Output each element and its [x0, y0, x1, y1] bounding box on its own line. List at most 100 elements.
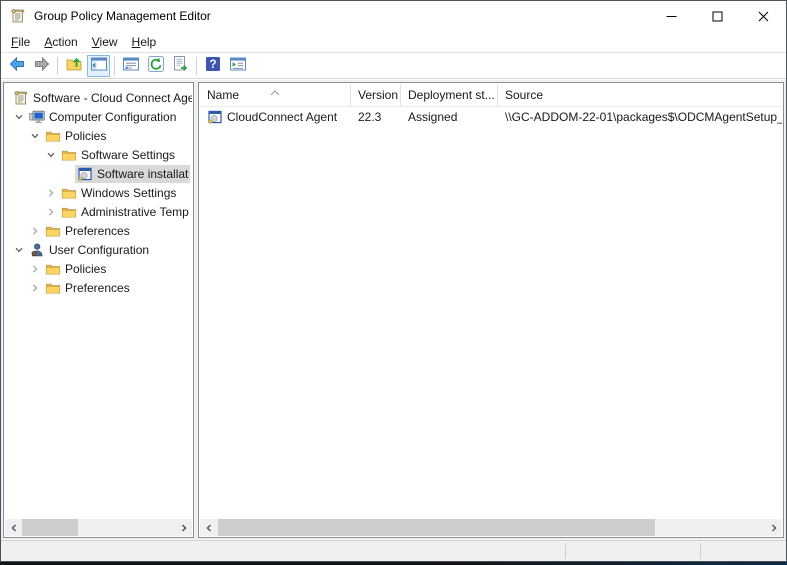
- sort-ascending-icon: [269, 85, 281, 99]
- show-console-tree-icon: [90, 55, 108, 76]
- menu-bar: File Action View Help: [1, 31, 786, 53]
- tree-item-label: Computer Configuration: [49, 109, 177, 124]
- tree-item-content[interactable]: Preferences: [43, 279, 132, 297]
- chevron-collapsed-icon[interactable]: [27, 264, 43, 274]
- tree-item-label: Preferences: [65, 223, 130, 238]
- chevron-expanded-icon[interactable]: [27, 131, 43, 141]
- export-list-button[interactable]: [169, 55, 192, 77]
- folder-icon: [61, 185, 77, 201]
- chevron-expanded-icon[interactable]: [11, 245, 27, 255]
- cell-version: 22.3: [351, 107, 401, 127]
- tree-item-computer-configuration[interactable]: Computer Configuration: [5, 107, 192, 126]
- column-header-name[interactable]: Name: [200, 84, 351, 106]
- tree-item-content[interactable]: Windows Settings: [59, 184, 178, 202]
- maximize-button[interactable]: [694, 1, 740, 31]
- tree-item-user-configuration[interactable]: User Configuration: [5, 240, 192, 259]
- tree-item-software-cloud-connect-ager[interactable]: Software - Cloud Connect Ager: [5, 88, 192, 107]
- chevron-collapsed-icon[interactable]: [43, 207, 59, 217]
- scroll-right-icon[interactable]: [175, 519, 192, 536]
- title-bar[interactable]: Group Policy Management Editor: [1, 1, 786, 31]
- toolbar-separator: [57, 56, 58, 75]
- tree-item-content[interactable]: Administrative Temp: [59, 203, 191, 221]
- help-icon: ?: [204, 55, 222, 76]
- show-console-tree-button[interactable]: [87, 54, 110, 77]
- toolbar-separator: [114, 56, 115, 75]
- menu-help[interactable]: Help: [132, 35, 157, 49]
- column-header-label: Source: [505, 88, 544, 102]
- tree-item-label: User Configuration: [49, 242, 150, 257]
- chevron-collapsed-icon[interactable]: [27, 226, 43, 236]
- column-header-label: Version: [358, 88, 399, 102]
- tree-item-label: Software Settings: [81, 147, 176, 162]
- tree-item-administrative-temp[interactable]: Administrative Temp: [5, 202, 192, 221]
- help-button[interactable]: ?: [201, 55, 224, 77]
- refresh-button[interactable]: [144, 55, 167, 77]
- tree-item-label: Windows Settings: [81, 185, 177, 200]
- status-separator: [700, 543, 701, 559]
- column-header-source[interactable]: Source: [498, 84, 782, 106]
- chevron-expanded-icon[interactable]: [43, 150, 59, 160]
- list-header: Name Version Deployment st... Source: [200, 84, 782, 107]
- tree-item-software-installat[interactable]: Software installat: [5, 164, 192, 183]
- tree-item-preferences[interactable]: Preferences: [5, 278, 192, 297]
- results-panel: Name Version Deployment st... Source CloudC…: [198, 82, 784, 538]
- column-header-deployment-st[interactable]: Deployment st...: [401, 84, 498, 106]
- cell-name: CloudConnect Agent: [200, 107, 351, 127]
- console-tree: Software - Cloud Connect Ager Computer Co…: [5, 84, 192, 519]
- tree-item-content[interactable]: Policies: [43, 260, 108, 278]
- column-header-label: Name: [207, 88, 240, 102]
- cell-source: \\GC-ADDOM-22-01\packages$\ODCMAgentSetu…: [498, 107, 782, 127]
- list-body: CloudConnect Agent 22.3 Assigned \\GC-ADDOM…: [200, 107, 782, 519]
- scrollbar-thumb[interactable]: [218, 519, 655, 536]
- folder-icon: [45, 128, 61, 144]
- chevron-expanded-icon[interactable]: [11, 112, 27, 122]
- main-area: Software - Cloud Connect Ager Computer Co…: [1, 80, 786, 540]
- tree-item-content[interactable]: Software - Cloud Connect Ager: [11, 89, 192, 107]
- tree-item-content[interactable]: Software installat: [75, 164, 191, 183]
- chevron-collapsed-icon[interactable]: [43, 188, 59, 198]
- folder-icon: [45, 223, 61, 239]
- tree-item-software-settings[interactable]: Software Settings: [5, 145, 192, 164]
- forward-icon: [33, 55, 51, 76]
- tree-item-content[interactable]: Computer Configuration: [27, 108, 178, 126]
- tree-item-content[interactable]: User Configuration: [27, 241, 151, 259]
- cell-deployment-st: Assigned: [401, 107, 498, 127]
- folder-icon: [61, 204, 77, 220]
- svg-text:?: ?: [209, 59, 216, 71]
- properties-button[interactable]: [119, 55, 142, 77]
- close-button[interactable]: [740, 1, 786, 31]
- list-horizontal-scrollbar[interactable]: [200, 519, 782, 536]
- list-row[interactable]: CloudConnect Agent 22.3 Assigned \\GC-ADDOM…: [200, 107, 782, 127]
- tree-item-windows-settings[interactable]: Windows Settings: [5, 183, 192, 202]
- export-list-icon: [172, 55, 190, 76]
- tree-item-policies[interactable]: Policies: [5, 259, 192, 278]
- column-header-label: Deployment st...: [408, 88, 495, 102]
- column-header-version[interactable]: Version: [351, 84, 401, 106]
- back-button[interactable]: [5, 55, 28, 77]
- package-icon: [207, 109, 223, 125]
- window-controls: [648, 1, 786, 31]
- tree-item-label: Administrative Temp: [81, 204, 189, 219]
- forward-button[interactable]: [30, 55, 53, 77]
- tree-item-content[interactable]: Policies: [43, 127, 108, 145]
- tree-item-policies[interactable]: Policies: [5, 126, 192, 145]
- menu-view[interactable]: View: [92, 35, 118, 49]
- tree-item-preferences[interactable]: Preferences: [5, 221, 192, 240]
- tree-horizontal-scrollbar[interactable]: [5, 519, 192, 536]
- menu-file[interactable]: File: [11, 35, 30, 49]
- scroll-left-icon[interactable]: [200, 519, 217, 536]
- scroll-left-icon[interactable]: [5, 519, 22, 536]
- console-window-button[interactable]: [226, 55, 249, 77]
- tree-item-content[interactable]: Preferences: [43, 222, 132, 240]
- scroll-right-icon[interactable]: [765, 519, 782, 536]
- chevron-collapsed-icon[interactable]: [27, 283, 43, 293]
- tree-item-label: Preferences: [65, 280, 130, 295]
- minimize-button[interactable]: [648, 1, 694, 31]
- gpme-scroll-icon: [10, 8, 26, 24]
- menu-action[interactable]: Action: [44, 35, 77, 49]
- tree-item-label: Policies: [65, 261, 107, 276]
- cell-text: 22.3: [358, 110, 382, 124]
- scrollbar-thumb[interactable]: [22, 519, 78, 536]
- tree-item-content[interactable]: Software Settings: [59, 146, 177, 164]
- up-one-level-button[interactable]: [62, 55, 85, 77]
